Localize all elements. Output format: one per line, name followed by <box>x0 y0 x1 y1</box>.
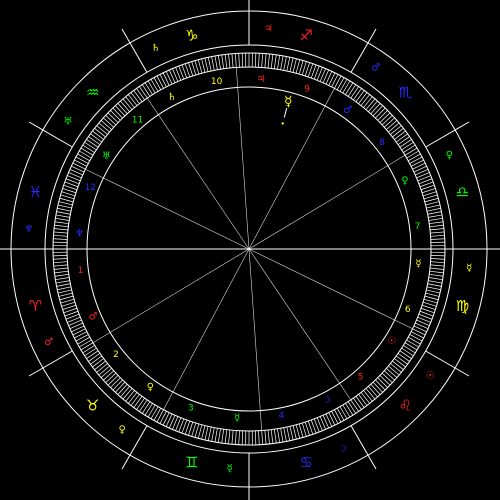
house-ruler-glyph: ♀ <box>147 382 154 393</box>
house-ruler-glyph: ♆ <box>75 229 84 240</box>
zodiac-sign-glyph-leo: ♌ <box>399 396 412 414</box>
house-ruler-glyph: ♀ <box>401 176 408 187</box>
house-number-7: 7 <box>415 222 421 232</box>
house-number-12: 12 <box>85 183 96 193</box>
sign-ruler-glyph: ♆ <box>24 224 33 235</box>
house-ruler-glyph: ♂ <box>89 311 98 322</box>
house-ruler-glyph: ♂ <box>343 105 352 116</box>
zodiac-sign-glyph-sagittarius: ♐ <box>299 27 312 45</box>
house-ruler-glyph: ♄ <box>167 92 176 103</box>
zodiac-sign-glyph-scorpio: ♏ <box>399 84 413 102</box>
house-ruler-glyph: ☿ <box>415 258 421 269</box>
house-number-6: 6 <box>405 305 411 315</box>
zodiac-sign-glyph-pisces: ♓ <box>29 183 42 201</box>
sign-ruler-glyph: ♃ <box>264 23 273 34</box>
house-ruler-glyph: ☿ <box>234 413 240 424</box>
zodiac-sign-glyph-gemini: ♊ <box>185 454 198 472</box>
astrology-chart-wheel: ♈ ♉ ♊ ♋ ♌ ♍ ♎ ♏ ♐ ♑ ♒ ♓ ♂ ♀ ☿ ☽ ☉ ☿ ♀ ♂ ♃ ♄ ♅ ♆ 1 ♂ 2 ♀ 3 ☿ 4 ☽ 5 ☉ 6 ☿ 7 ♀… <box>0 0 500 500</box>
house-number-3: 3 <box>188 404 194 414</box>
sign-ruler-glyph: ♄ <box>151 43 160 54</box>
house-ruler-glyph: ♅ <box>102 151 111 162</box>
planet-marker-dot <box>281 122 284 125</box>
sign-ruler-glyph: ☿ <box>466 263 472 274</box>
house-number-5: 5 <box>358 372 364 382</box>
zodiac-sign-glyph-aquarius: ♒ <box>86 84 99 102</box>
house-ruler-glyph: ☉ <box>387 336 396 347</box>
sign-ruler-glyph: ♂ <box>44 337 53 348</box>
house-number-10: 10 <box>211 77 223 87</box>
house-number-11: 11 <box>132 116 143 126</box>
zodiac-sign-glyph-capricorn: ♑ <box>185 27 198 45</box>
planet-mercury-glyph: ☿ <box>284 94 293 110</box>
house-number-2: 2 <box>113 350 119 360</box>
sign-ruler-glyph: ♅ <box>64 117 73 128</box>
sign-ruler-glyph: ♂ <box>371 63 380 74</box>
zodiac-sign-glyph-libra: ♎ <box>456 183 469 201</box>
house-number-8: 8 <box>379 138 385 148</box>
house-ruler-glyph: ♃ <box>256 74 265 85</box>
sign-ruler-glyph: ☿ <box>227 464 233 475</box>
sign-ruler-glyph: ☽ <box>338 444 347 455</box>
zodiac-sign-glyph-cancer: ♋ <box>299 454 312 472</box>
sign-ruler-glyph: ☉ <box>426 370 435 381</box>
sign-ruler-glyph: ♀ <box>446 150 453 161</box>
house-number-9: 9 <box>304 84 310 94</box>
sign-ruler-glyph: ♀ <box>119 425 126 436</box>
house-ruler-glyph: ☽ <box>322 395 331 406</box>
zodiac-sign-glyph-virgo: ♍ <box>456 297 469 315</box>
zodiac-sign-glyph-aries: ♈ <box>29 297 42 315</box>
house-number-4: 4 <box>279 411 285 421</box>
zodiac-sign-glyph-taurus: ♉ <box>86 396 99 414</box>
house-number-1: 1 <box>78 266 84 276</box>
